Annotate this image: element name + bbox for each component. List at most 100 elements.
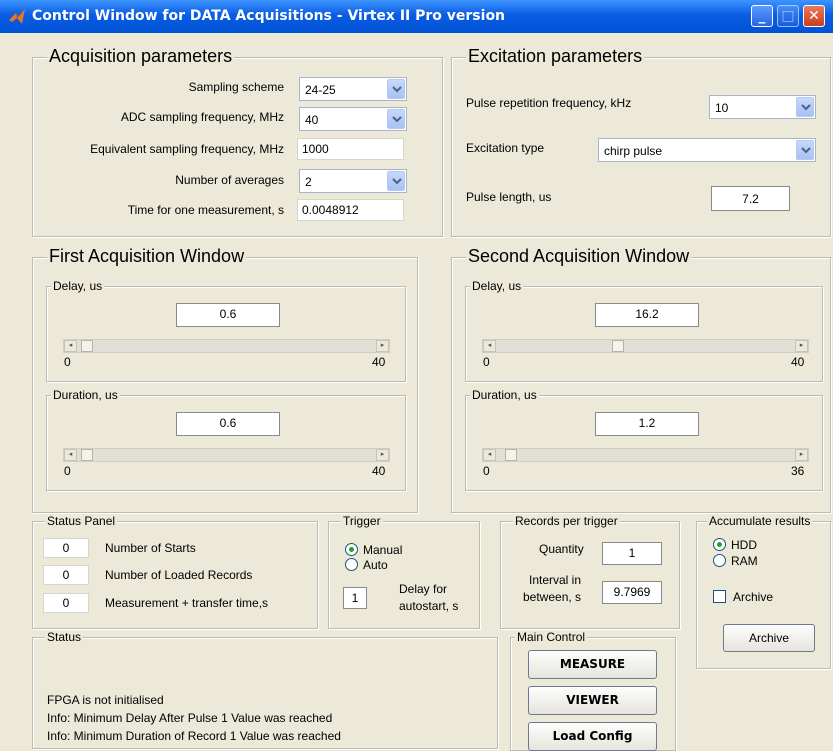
status-panel-title: Status Panel	[45, 514, 118, 528]
accumulate-results-panel: Accumulate results HDD RAM Archive Archi…	[696, 515, 831, 669]
equivalent-frequency-field[interactable]: 1000	[297, 138, 404, 160]
close-button[interactable]: ✕	[803, 5, 825, 27]
slider-left-arrow-icon[interactable]: ◂	[64, 449, 77, 461]
first-duration-title: Duration, us	[51, 388, 120, 402]
slider-thumb[interactable]	[81, 449, 93, 461]
chevron-down-icon[interactable]	[387, 109, 405, 129]
second-acquisition-window-title: Second Acquisition Window	[466, 246, 692, 266]
averages-dropdown[interactable]: 2	[299, 169, 407, 193]
acquisition-parameters-title: Acquisition parameters	[47, 46, 235, 66]
averages-label: Number of averages	[175, 173, 284, 187]
chevron-down-icon[interactable]	[796, 97, 814, 117]
second-duration-max: 36	[791, 464, 805, 478]
slider-right-arrow-icon[interactable]: ▸	[376, 340, 389, 352]
window-body: Acquisition parameters Sampling scheme 2…	[0, 33, 833, 751]
load-config-button[interactable]: Load Config	[528, 722, 657, 751]
prf-value: 10	[715, 101, 729, 115]
status-message: Info: Minimum Duration of Record 1 Value…	[47, 729, 341, 743]
main-control-panel: Main Control MEASURE VIEWER Load Config	[510, 631, 676, 751]
adc-frequency-value: 40	[305, 113, 319, 127]
second-duration-field[interactable]: 1.2	[595, 412, 699, 436]
hdd-radio[interactable]	[713, 538, 726, 551]
second-duration-min: 0	[483, 464, 490, 478]
sampling-scheme-value: 24-25	[305, 83, 336, 97]
starts-count-field: 0	[43, 538, 89, 558]
trigger-panel: Trigger Manual Auto 1 Delay for autostar…	[328, 515, 480, 629]
slider-left-arrow-icon[interactable]: ◂	[64, 340, 77, 352]
sampling-scheme-label: Sampling scheme	[188, 80, 284, 94]
excitation-type-dropdown[interactable]: chirp pulse	[598, 138, 816, 162]
excitation-type-label: Excitation type	[466, 141, 545, 155]
sampling-scheme-dropdown[interactable]: 24-25	[299, 77, 407, 101]
chevron-down-icon[interactable]	[387, 171, 405, 191]
second-delay-slider[interactable]: ◂ ▸	[482, 339, 809, 353]
second-delay-field[interactable]: 16.2	[595, 303, 699, 327]
first-delay-title: Delay, us	[51, 279, 105, 293]
slider-left-arrow-icon[interactable]: ◂	[483, 449, 496, 461]
status-log-title: Status	[45, 630, 84, 644]
quantity-label: Quantity	[539, 542, 584, 556]
transfer-time-label: Measurement + transfer time,s	[105, 596, 269, 610]
chevron-down-icon[interactable]	[796, 140, 814, 160]
second-delay-min: 0	[483, 355, 490, 369]
maximize-button[interactable]: □	[777, 5, 799, 27]
slider-thumb[interactable]	[612, 340, 624, 352]
averages-value: 2	[305, 175, 312, 189]
adc-frequency-label: ADC sampling frequency, MHz	[120, 110, 284, 124]
pulse-length-field[interactable]: 7.2	[711, 186, 790, 211]
pulse-length-label: Pulse length, us	[466, 190, 552, 204]
interval-label-2: between, s	[523, 590, 582, 604]
slider-left-arrow-icon[interactable]: ◂	[483, 340, 496, 352]
second-delay-group: Delay, us 16.2 ◂ ▸ 0 40	[465, 280, 823, 382]
minimize-button[interactable]: _	[751, 5, 773, 27]
starts-count-label: Number of Starts	[105, 541, 196, 555]
quantity-field[interactable]: 1	[602, 542, 662, 565]
measure-button[interactable]: MEASURE	[528, 650, 657, 679]
accumulate-results-title: Accumulate results	[707, 514, 813, 528]
first-duration-slider[interactable]: ◂ ▸	[63, 448, 390, 462]
transfer-time-field: 0	[43, 593, 89, 613]
title-bar[interactable]: Control Window for DATA Acquisitions - V…	[0, 0, 833, 33]
slider-thumb[interactable]	[81, 340, 93, 352]
archive-checkbox[interactable]	[713, 590, 726, 603]
first-delay-field[interactable]: 0.6	[176, 303, 280, 327]
records-per-trigger-title: Records per trigger	[513, 514, 620, 528]
first-duration-field[interactable]: 0.6	[176, 412, 280, 436]
trigger-title: Trigger	[341, 514, 383, 528]
ram-label: RAM	[731, 554, 758, 568]
ram-radio[interactable]	[713, 554, 726, 567]
manual-radio[interactable]	[345, 543, 358, 556]
first-duration-max: 40	[372, 464, 386, 478]
slider-thumb[interactable]	[505, 449, 517, 461]
main-control-title: Main Control	[515, 630, 588, 644]
second-duration-title: Duration, us	[470, 388, 539, 402]
viewer-button[interactable]: VIEWER	[528, 686, 657, 715]
autostart-delay-field[interactable]: 1	[343, 587, 367, 609]
autostart-delay-label-2: autostart, s	[399, 599, 459, 613]
measurement-time-field[interactable]: 0.0048912	[297, 199, 404, 221]
interval-label-1: Interval in	[529, 573, 582, 587]
prf-label: Pulse repetition frequency, kHz	[466, 96, 632, 110]
status-message: FPGA is not initialised	[47, 693, 164, 707]
second-duration-slider[interactable]: ◂ ▸	[482, 448, 809, 462]
archive-checkbox-label: Archive	[733, 590, 774, 604]
equivalent-frequency-label: Equivalent sampling frequency, MHz	[90, 142, 284, 156]
status-log-panel: Status FPGA is not initialised Info: Min…	[32, 631, 498, 749]
prf-dropdown[interactable]: 10	[709, 95, 816, 119]
second-delay-title: Delay, us	[470, 279, 524, 293]
second-duration-group: Duration, us 1.2 ◂ ▸ 0 36	[465, 389, 823, 491]
slider-right-arrow-icon[interactable]: ▸	[795, 449, 808, 461]
control-window: Control Window for DATA Acquisitions - V…	[0, 0, 833, 751]
adc-frequency-dropdown[interactable]: 40	[299, 107, 407, 131]
chevron-down-icon[interactable]	[387, 79, 405, 99]
auto-radio[interactable]	[345, 558, 358, 571]
first-delay-slider[interactable]: ◂ ▸	[63, 339, 390, 353]
archive-button[interactable]: Archive	[723, 624, 815, 652]
slider-right-arrow-icon[interactable]: ▸	[376, 449, 389, 461]
interval-field[interactable]: 9.7969	[602, 581, 662, 604]
hdd-label: HDD	[731, 538, 757, 552]
loaded-records-field: 0	[43, 565, 89, 585]
excitation-type-value: chirp pulse	[604, 144, 663, 158]
slider-right-arrow-icon[interactable]: ▸	[795, 340, 808, 352]
window-title: Control Window for DATA Acquisitions - V…	[32, 8, 506, 24]
